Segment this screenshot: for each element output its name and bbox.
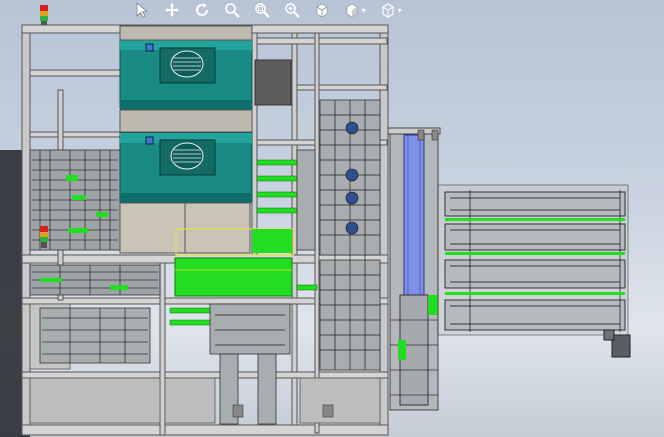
machine-assembly-model[interactable] [0, 0, 664, 437]
zoom-to-area-icon[interactable] [250, 0, 274, 20]
upper-cabinet-base [119, 109, 253, 133]
chevron-down-icon: ▾ [361, 5, 366, 15]
transfer-conveyor[interactable] [387, 127, 441, 411]
output-conveyor-rack[interactable] [437, 184, 629, 336]
chevron-down-icon: ▾ [397, 5, 402, 15]
lower-ffu-cabinet[interactable] [119, 132, 253, 203]
cad-graphics-area[interactable]: ▾ ▾ [0, 0, 664, 437]
control-box[interactable] [254, 59, 292, 106]
signal-tower-top[interactable] [40, 5, 48, 25]
hide-show-items-icon[interactable]: ▾ [376, 0, 406, 20]
upper-cabinet-top [119, 25, 253, 41]
rotate-icon[interactable] [190, 0, 214, 20]
cabinet-lower-box[interactable] [119, 202, 251, 254]
display-style-icon[interactable]: ▾ [340, 0, 370, 20]
view-orientation-icon[interactable] [310, 0, 334, 20]
select-arrow-icon[interactable] [130, 0, 154, 20]
heads-up-view-toolbar: ▾ ▾ [130, 0, 406, 20]
zoom-in-out-icon[interactable] [280, 0, 304, 20]
upper-ffu-cabinet[interactable] [119, 39, 253, 110]
pan-icon[interactable] [160, 0, 184, 20]
zoom-to-fit-icon[interactable] [220, 0, 244, 20]
signal-tower-side[interactable] [40, 226, 48, 248]
